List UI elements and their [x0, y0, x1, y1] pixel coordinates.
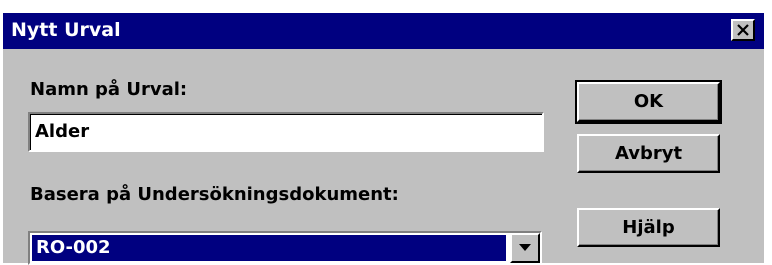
close-icon	[737, 24, 749, 36]
help-button[interactable]: Hjälp	[577, 208, 720, 247]
close-button[interactable]	[731, 19, 755, 41]
base-document-select[interactable]: RO-002	[28, 231, 542, 265]
name-input-value: Alder	[35, 121, 90, 142]
cancel-button[interactable]: Avbryt	[577, 134, 720, 173]
base-document-selected: RO-002	[32, 235, 506, 261]
cancel-button-label: Avbryt	[614, 143, 683, 164]
window-title: Nytt Urval	[11, 19, 121, 41]
title-bar[interactable]: Nytt Urval	[3, 13, 764, 49]
help-button-label: Hjälp	[622, 217, 675, 238]
ok-button-label: OK	[633, 91, 664, 112]
new-selection-dialog: Nytt Urval Namn på Urval: Alder Basera p…	[3, 13, 764, 265]
base-document-value: RO-002	[36, 237, 111, 258]
name-input[interactable]: Alder	[28, 112, 544, 152]
name-label: Namn på Urval:	[30, 79, 188, 100]
dropdown-button[interactable]	[510, 233, 540, 263]
ok-button[interactable]: OK	[575, 80, 722, 124]
base-document-label: Basera på Undersökningsdokument:	[30, 184, 399, 205]
chevron-down-icon	[519, 244, 531, 251]
